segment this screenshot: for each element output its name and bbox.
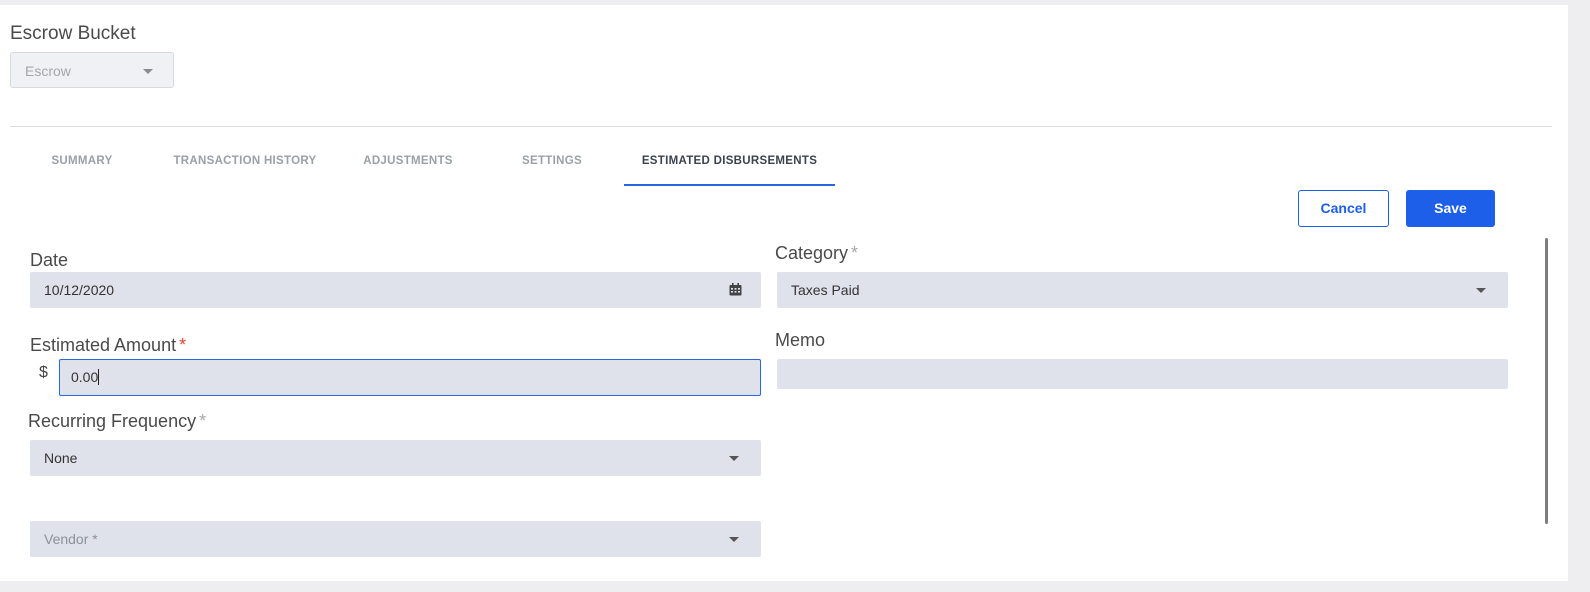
chevron-down-icon	[1476, 288, 1486, 293]
memo-label-text: Memo	[775, 330, 826, 350]
escrow-bucket-value: Escrow	[25, 63, 71, 79]
escrow-bucket-select[interactable]: Escrow	[10, 52, 174, 88]
required-marker: *	[851, 243, 859, 263]
estimated-amount-input[interactable]: 0.00	[59, 359, 761, 396]
vendor-select[interactable]: Vendor *	[30, 521, 761, 557]
scrollbar[interactable]	[1545, 238, 1548, 524]
vendor-placeholder: Vendor *	[44, 531, 98, 547]
category-select[interactable]: Taxes Paid	[777, 272, 1508, 308]
cancel-button[interactable]: Cancel	[1298, 190, 1389, 227]
recurring-frequency-select[interactable]: None	[30, 440, 761, 476]
chevron-down-icon	[729, 456, 739, 461]
tab-transaction-history[interactable]: TRANSACTION HISTORY	[166, 140, 324, 186]
recurring-frequency-label: Recurring Frequency *	[28, 411, 206, 432]
chevron-down-icon	[729, 537, 739, 542]
date-field[interactable]: 10/12/2020	[30, 272, 761, 308]
escrow-bucket-label: Escrow Bucket	[10, 23, 136, 44]
tab-estimated-disbursements[interactable]: ESTIMATED DISBURSEMENTS	[624, 140, 835, 186]
chevron-down-icon	[143, 69, 153, 74]
required-marker: *	[179, 335, 187, 355]
memo-label: Memo	[775, 330, 825, 351]
category-value: Taxes Paid	[791, 282, 860, 298]
category-label-text: Category	[775, 243, 849, 263]
tab-settings[interactable]: SETTINGS	[505, 140, 599, 186]
estimated-amount-value: 0.00	[71, 360, 100, 395]
save-button[interactable]: Save	[1406, 190, 1495, 227]
estimated-amount-label-text: Estimated Amount	[30, 335, 177, 355]
tab-adjustments[interactable]: ADJUSTMENTS	[356, 140, 460, 186]
currency-symbol: $	[39, 364, 48, 381]
date-label-text: Date	[30, 250, 69, 270]
date-value: 10/12/2020	[44, 282, 115, 298]
recurring-frequency-value: None	[44, 450, 78, 466]
tab-summary[interactable]: SUMMARY	[30, 140, 134, 186]
section-divider	[10, 126, 1552, 127]
memo-input[interactable]	[777, 359, 1508, 389]
required-marker: *	[199, 411, 207, 431]
tab-bar: SUMMARY TRANSACTION HISTORY ADJUSTMENTS …	[0, 140, 900, 186]
date-label: Date	[30, 250, 68, 271]
estimated-amount-label: Estimated Amount *	[30, 335, 186, 356]
category-label: Category *	[775, 243, 858, 264]
estimated-amount-value-text: 0.00	[71, 369, 99, 385]
recurring-frequency-label-text: Recurring Frequency	[28, 411, 197, 431]
text-cursor	[98, 369, 100, 385]
calendar-icon[interactable]	[729, 283, 742, 296]
